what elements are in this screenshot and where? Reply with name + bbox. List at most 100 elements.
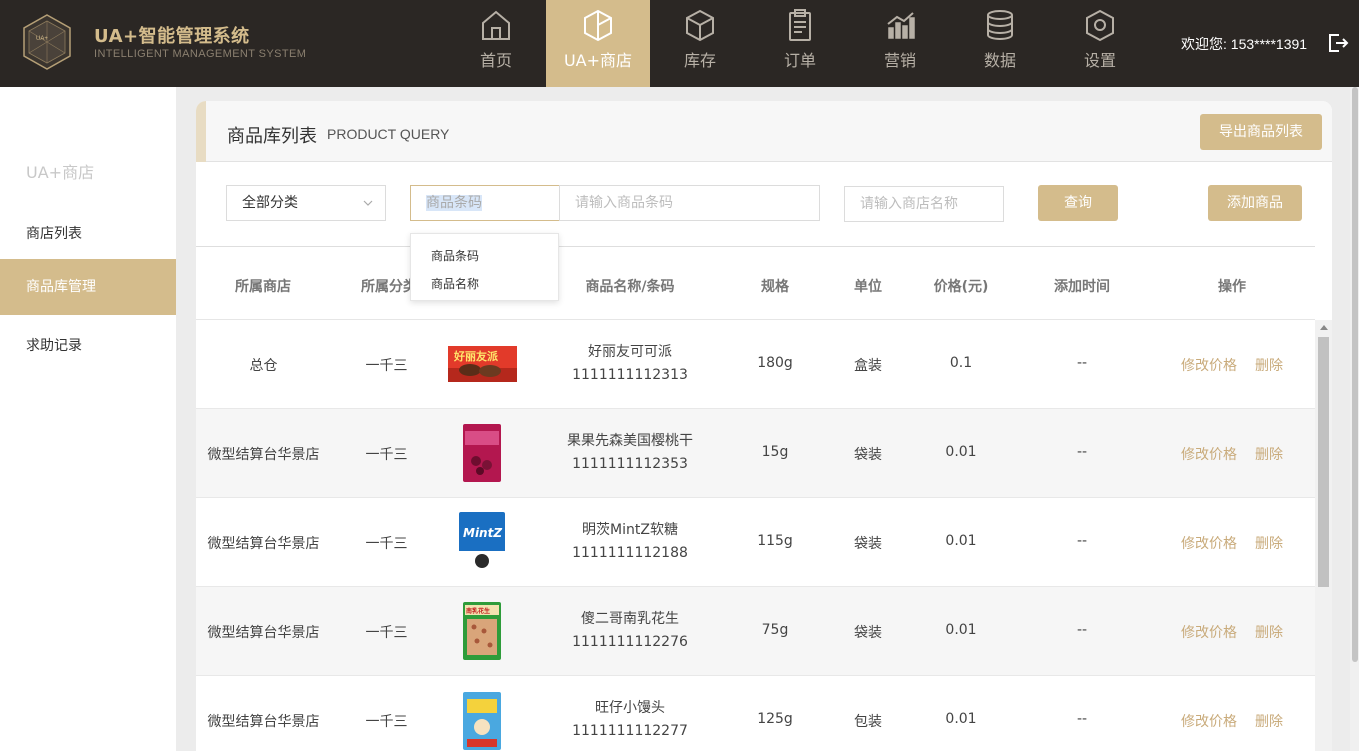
cell-time: --: [1076, 622, 1088, 638]
edit-price-link[interactable]: 修改价格: [1181, 622, 1237, 642]
query-button[interactable]: 查询: [1038, 185, 1118, 221]
database-icon: [987, 10, 1013, 40]
sidebar-item-store-list[interactable]: 商店列表: [0, 206, 176, 262]
cell-time: --: [1076, 355, 1088, 371]
product-barcode: 1111111112276: [572, 634, 688, 650]
sidebar: UA+商店 商店列表 商品库管理 求助记录: [0, 87, 176, 751]
cell-spec: 115g: [757, 533, 793, 549]
table-scrollbar-thumb[interactable]: [1318, 337, 1329, 587]
cell-category: 一千三: [365, 447, 408, 463]
product-name: 果果先森美国樱桃干: [567, 433, 693, 449]
cell-product: 明茨MintZ软糖 1111111112188: [556, 519, 704, 565]
cell-unit: 包装: [854, 714, 882, 730]
delete-link[interactable]: 删除: [1255, 622, 1283, 642]
sidebar-item-product-library[interactable]: 商品库管理: [0, 259, 176, 315]
export-product-list-button[interactable]: 导出商品列表: [1200, 114, 1322, 150]
cell-spec: 75g: [761, 622, 789, 638]
cell-product: 果果先森美国樱桃干 1111111112353: [556, 430, 704, 476]
store-cube-icon: [584, 9, 612, 42]
product-name: 明茨MintZ软糖: [582, 522, 678, 538]
sidebar-item-help-records[interactable]: 求助记录: [0, 318, 176, 374]
edit-price-link[interactable]: 修改价格: [1181, 355, 1237, 375]
brand-subtitle: INTELLIGENT MANAGEMENT SYSTEM: [94, 48, 307, 60]
cell-spec: 15g: [761, 444, 789, 460]
welcome-text: 欢迎您: 153****1391: [1181, 36, 1308, 52]
table-row: 微型结算台华景店 一千三 旺仔小馒头 1111111112277 125g 包装…: [196, 676, 1315, 751]
nav-home[interactable]: 首页: [446, 0, 546, 87]
column-header-actions: 操作: [1218, 279, 1246, 295]
product-image-label: MintZ: [463, 526, 502, 540]
search-type-select[interactable]: 商品条码: [410, 185, 560, 221]
cell-price: 0.1: [949, 355, 973, 371]
home-icon: [482, 10, 510, 40]
scroll-up-arrow-icon[interactable]: [1320, 325, 1328, 330]
panel-title: 商品库列表: [227, 126, 317, 147]
table-row: 微型结算台华景店 一千三 MintZ 明茨MintZ软糖 11111111121…: [196, 498, 1315, 587]
edit-price-link[interactable]: 修改价格: [1181, 533, 1237, 553]
product-name: 好丽友可可派: [588, 344, 672, 360]
product-image: 好丽友派: [448, 346, 517, 382]
panel-title-en: PRODUCT QUERY: [327, 126, 450, 142]
add-product-button[interactable]: 添加商品: [1208, 185, 1302, 221]
delete-link[interactable]: 删除: [1255, 533, 1283, 553]
nav-inventory[interactable]: 库存: [650, 0, 750, 87]
nav-marketing[interactable]: 营销: [850, 0, 950, 87]
nav-inventory-label: 库存: [683, 51, 716, 70]
cell-price: 0.01: [945, 444, 977, 460]
nav-ua-store[interactable]: UA+商店: [546, 0, 650, 87]
product-image: [463, 424, 501, 482]
cell-store: 微型结算台华景店: [207, 714, 320, 730]
cell-product: 好丽友可可派 1111111112313: [556, 341, 704, 387]
product-image-label: 好丽友派: [453, 349, 499, 363]
cell-store: 微型结算台华景店: [207, 447, 320, 463]
delete-link[interactable]: 删除: [1255, 444, 1283, 464]
cell-store: 微型结算台华景店: [207, 536, 320, 552]
cell-unit: 袋装: [854, 447, 882, 463]
cell-store: 总仓: [249, 358, 278, 374]
cell-time: --: [1076, 711, 1088, 727]
product-name: 旺仔小馒头: [595, 700, 665, 716]
cell-unit: 袋装: [854, 536, 882, 552]
delete-link[interactable]: 删除: [1255, 355, 1283, 375]
barcode-search-input[interactable]: 请输入商品条码: [559, 185, 820, 221]
category-select[interactable]: 全部分类: [226, 185, 386, 221]
search-type-dropdown: 商品条码 商品名称: [410, 233, 559, 301]
cell-spec: 180g: [757, 355, 793, 371]
brand-logo-icon: UA+: [23, 14, 71, 70]
column-header-price: 价格(元): [933, 279, 989, 295]
product-image: 南乳花生: [463, 602, 501, 660]
panel-header-accent: [196, 101, 206, 162]
cell-time: --: [1076, 444, 1088, 460]
table-row: 总仓 一千三 好丽友派 好丽友可可派 1111111112313 180g 盒装…: [196, 320, 1315, 409]
dropdown-option-barcode[interactable]: 商品条码: [431, 247, 479, 264]
product-barcode: 1111111112313: [572, 367, 688, 383]
nav-settings[interactable]: 设置: [1050, 0, 1150, 87]
page-scrollbar-thumb[interactable]: [1352, 87, 1358, 662]
product-image: MintZ: [459, 512, 505, 573]
edit-price-link[interactable]: 修改价格: [1181, 444, 1237, 464]
logout-icon[interactable]: [1327, 32, 1349, 54]
product-name: 傻二哥南乳花生: [581, 611, 679, 627]
store-name-input[interactable]: 请输入商店名称: [844, 186, 1004, 222]
sidebar-heading: UA+商店: [26, 163, 95, 182]
cell-category: 一千三: [365, 536, 408, 552]
dropdown-option-name[interactable]: 商品名称: [431, 275, 479, 292]
product-image-label: 南乳花生: [466, 607, 490, 615]
cell-price: 0.01: [945, 622, 977, 638]
nav-home-label: 首页: [479, 51, 512, 70]
brand-title: UA+智能管理系统: [94, 26, 250, 47]
nav-data-label: 数据: [983, 51, 1016, 70]
chart-icon: [887, 12, 915, 39]
edit-price-link[interactable]: 修改价格: [1181, 711, 1237, 731]
nav-orders[interactable]: 订单: [750, 0, 850, 87]
column-header-store: 所属商店: [235, 279, 291, 295]
cell-category: 一千三: [365, 714, 408, 730]
cell-time: --: [1076, 533, 1088, 549]
cell-price: 0.01: [945, 533, 977, 549]
filter-divider: [196, 246, 1315, 247]
nav-orders-label: 订单: [783, 51, 816, 70]
cell-store: 微型结算台华景店: [207, 625, 320, 641]
delete-link[interactable]: 删除: [1255, 711, 1283, 731]
search-type-value: 商品条码: [426, 195, 482, 211]
nav-data[interactable]: 数据: [950, 0, 1050, 87]
